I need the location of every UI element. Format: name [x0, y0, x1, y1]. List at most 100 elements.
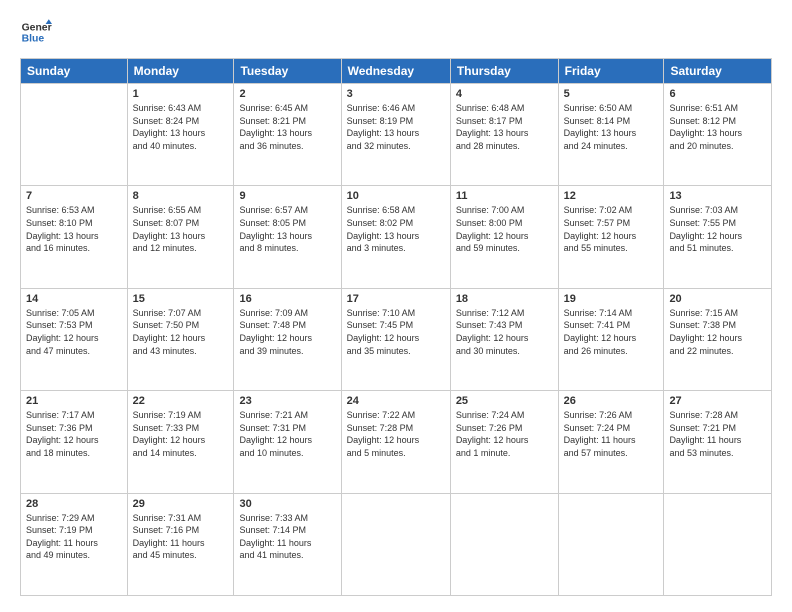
calendar-table: SundayMondayTuesdayWednesdayThursdayFrid… — [20, 58, 772, 596]
day-info: Sunrise: 6:45 AM Sunset: 8:21 PM Dayligh… — [239, 102, 335, 152]
day-cell — [664, 493, 772, 595]
day-cell — [450, 493, 558, 595]
day-info: Sunrise: 7:02 AM Sunset: 7:57 PM Dayligh… — [564, 204, 659, 254]
week-row-1: 7 Sunrise: 6:53 AM Sunset: 8:10 PM Daylig… — [21, 186, 772, 288]
day-info: Sunrise: 7:22 AM Sunset: 7:28 PM Dayligh… — [347, 409, 445, 459]
day-number: 15 — [133, 293, 229, 305]
day-info: Sunrise: 7:14 AM Sunset: 7:41 PM Dayligh… — [564, 307, 659, 357]
day-cell — [558, 493, 664, 595]
day-cell: 10 Sunrise: 6:58 AM Sunset: 8:02 PM Dayli… — [341, 186, 450, 288]
header: General Blue — [20, 16, 772, 48]
day-cell: 9Sunrise: 6:57 AM Sunset: 8:05 PM Daylig… — [234, 186, 341, 288]
day-info: Sunrise: 6:48 AM Sunset: 8:17 PM Dayligh… — [456, 102, 553, 152]
weekday-header-sunday: Sunday — [21, 59, 128, 84]
day-cell: 28 Sunrise: 7:29 AM Sunset: 7:19 PM Dayli… — [21, 493, 128, 595]
day-info: Sunrise: 7:26 AM Sunset: 7:24 PM Dayligh… — [564, 409, 659, 459]
day-info: Sunrise: 6:50 AM Sunset: 8:14 PM Dayligh… — [564, 102, 659, 152]
day-number: 4 — [456, 88, 553, 100]
day-cell: 21 Sunrise: 7:17 AM Sunset: 7:36 PM Dayli… — [21, 391, 128, 493]
logo-icon: General Blue — [20, 16, 52, 48]
day-cell: 17 Sunrise: 7:10 AM Sunset: 7:45 PM Dayli… — [341, 288, 450, 390]
day-cell: 29Sunrise: 7:31 AM Sunset: 7:16 PM Dayli… — [127, 493, 234, 595]
weekday-header-wednesday: Wednesday — [341, 59, 450, 84]
day-info: Sunrise: 7:33 AM Sunset: 7:14 PM Dayligh… — [239, 512, 335, 562]
day-info: Sunrise: 6:57 AM Sunset: 8:05 PM Dayligh… — [239, 204, 335, 254]
weekday-header-monday: Monday — [127, 59, 234, 84]
day-cell: 16 Sunrise: 7:09 AM Sunset: 7:48 PM Dayli… — [234, 288, 341, 390]
day-info: Sunrise: 7:09 AM Sunset: 7:48 PM Dayligh… — [239, 307, 335, 357]
weekday-header-friday: Friday — [558, 59, 664, 84]
day-number: 30 — [239, 498, 335, 510]
day-cell: 7 Sunrise: 6:53 AM Sunset: 8:10 PM Daylig… — [21, 186, 128, 288]
day-number: 7 — [26, 190, 122, 202]
day-cell: 27 Sunrise: 7:28 AM Sunset: 7:21 PM Dayli… — [664, 391, 772, 493]
day-cell: 3 Sunrise: 6:46 AM Sunset: 8:19 PM Daylig… — [341, 84, 450, 186]
day-number: 27 — [669, 395, 766, 407]
day-number: 24 — [347, 395, 445, 407]
calendar-page: General Blue SundayMondayTuesdayWednesda… — [0, 0, 792, 612]
day-number: 28 — [26, 498, 122, 510]
week-row-4: 28 Sunrise: 7:29 AM Sunset: 7:19 PM Dayli… — [21, 493, 772, 595]
day-cell: 24 Sunrise: 7:22 AM Sunset: 7:28 PM Dayli… — [341, 391, 450, 493]
week-row-3: 21 Sunrise: 7:17 AM Sunset: 7:36 PM Dayli… — [21, 391, 772, 493]
day-cell: 18 Sunrise: 7:12 AM Sunset: 7:43 PM Dayli… — [450, 288, 558, 390]
day-number: 14 — [26, 293, 122, 305]
day-info: Sunrise: 6:43 AM Sunset: 8:24 PM Dayligh… — [133, 102, 229, 152]
day-cell: 11 Sunrise: 7:00 AM Sunset: 8:00 PM Dayli… — [450, 186, 558, 288]
day-info: Sunrise: 7:29 AM Sunset: 7:19 PM Dayligh… — [26, 512, 122, 562]
day-info: Sunrise: 7:28 AM Sunset: 7:21 PM Dayligh… — [669, 409, 766, 459]
day-info: Sunrise: 6:53 AM Sunset: 8:10 PM Dayligh… — [26, 204, 122, 254]
day-number: 6 — [669, 88, 766, 100]
day-cell: 5 Sunrise: 6:50 AM Sunset: 8:14 PM Daylig… — [558, 84, 664, 186]
day-number: 12 — [564, 190, 659, 202]
day-info: Sunrise: 7:10 AM Sunset: 7:45 PM Dayligh… — [347, 307, 445, 357]
day-cell: 14Sunrise: 7:05 AM Sunset: 7:53 PM Dayli… — [21, 288, 128, 390]
day-cell: 2 Sunrise: 6:45 AM Sunset: 8:21 PM Daylig… — [234, 84, 341, 186]
day-cell: 6 Sunrise: 6:51 AM Sunset: 8:12 PM Daylig… — [664, 84, 772, 186]
day-number: 23 — [239, 395, 335, 407]
day-number: 11 — [456, 190, 553, 202]
day-cell: 25Sunrise: 7:24 AM Sunset: 7:26 PM Dayli… — [450, 391, 558, 493]
day-cell: 13 Sunrise: 7:03 AM Sunset: 7:55 PM Dayli… — [664, 186, 772, 288]
logo: General Blue — [20, 16, 52, 48]
day-number: 10 — [347, 190, 445, 202]
day-info: Sunrise: 6:51 AM Sunset: 8:12 PM Dayligh… — [669, 102, 766, 152]
day-info: Sunrise: 7:17 AM Sunset: 7:36 PM Dayligh… — [26, 409, 122, 459]
day-cell: 12 Sunrise: 7:02 AM Sunset: 7:57 PM Dayli… — [558, 186, 664, 288]
day-cell — [341, 493, 450, 595]
day-cell: 1 Sunrise: 6:43 AM Sunset: 8:24 PM Daylig… — [127, 84, 234, 186]
day-info: Sunrise: 7:31 AM Sunset: 7:16 PM Dayligh… — [133, 512, 229, 562]
day-info: Sunrise: 6:46 AM Sunset: 8:19 PM Dayligh… — [347, 102, 445, 152]
day-info: Sunrise: 6:55 AM Sunset: 8:07 PM Dayligh… — [133, 204, 229, 254]
day-number: 3 — [347, 88, 445, 100]
day-number: 17 — [347, 293, 445, 305]
svg-text:General: General — [22, 22, 52, 33]
day-info: Sunrise: 7:03 AM Sunset: 7:55 PM Dayligh… — [669, 204, 766, 254]
day-info: Sunrise: 7:00 AM Sunset: 8:00 PM Dayligh… — [456, 204, 553, 254]
day-info: Sunrise: 7:12 AM Sunset: 7:43 PM Dayligh… — [456, 307, 553, 357]
day-cell: 26 Sunrise: 7:26 AM Sunset: 7:24 PM Dayli… — [558, 391, 664, 493]
weekday-header-thursday: Thursday — [450, 59, 558, 84]
day-number: 16 — [239, 293, 335, 305]
day-number: 8 — [133, 190, 229, 202]
day-info: Sunrise: 7:19 AM Sunset: 7:33 PM Dayligh… — [133, 409, 229, 459]
day-number: 19 — [564, 293, 659, 305]
day-cell: 19 Sunrise: 7:14 AM Sunset: 7:41 PM Dayli… — [558, 288, 664, 390]
day-number: 26 — [564, 395, 659, 407]
day-number: 5 — [564, 88, 659, 100]
day-number: 18 — [456, 293, 553, 305]
day-cell: 22Sunrise: 7:19 AM Sunset: 7:33 PM Dayli… — [127, 391, 234, 493]
day-cell — [21, 84, 128, 186]
day-info: Sunrise: 6:58 AM Sunset: 8:02 PM Dayligh… — [347, 204, 445, 254]
day-cell: 8 Sunrise: 6:55 AM Sunset: 8:07 PM Daylig… — [127, 186, 234, 288]
day-number: 13 — [669, 190, 766, 202]
day-info: Sunrise: 7:24 AM Sunset: 7:26 PM Dayligh… — [456, 409, 553, 459]
day-number: 21 — [26, 395, 122, 407]
day-number: 1 — [133, 88, 229, 100]
day-info: Sunrise: 7:07 AM Sunset: 7:50 PM Dayligh… — [133, 307, 229, 357]
day-number: 2 — [239, 88, 335, 100]
day-cell: 20Sunrise: 7:15 AM Sunset: 7:38 PM Dayli… — [664, 288, 772, 390]
day-info: Sunrise: 7:15 AM Sunset: 7:38 PM Dayligh… — [669, 307, 766, 357]
weekday-header-saturday: Saturday — [664, 59, 772, 84]
week-row-0: 1 Sunrise: 6:43 AM Sunset: 8:24 PM Daylig… — [21, 84, 772, 186]
